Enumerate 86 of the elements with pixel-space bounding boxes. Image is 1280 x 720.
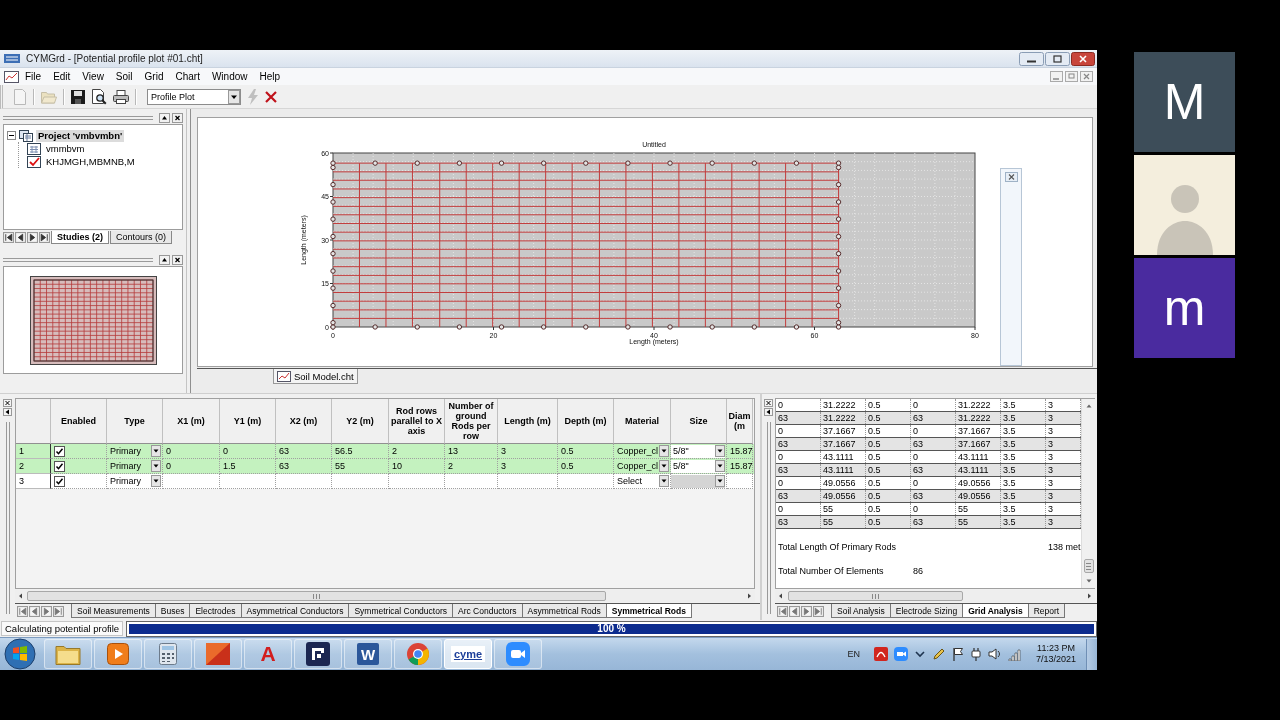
column-header: Length (m) xyxy=(498,399,558,444)
table-cell: 37.1667 xyxy=(821,425,866,437)
column-header: X2 (m) xyxy=(276,399,332,444)
table-cell: 49.0556 xyxy=(956,490,1001,502)
table-cell: 63 xyxy=(776,464,821,476)
table-cell: 31.2222 xyxy=(821,399,866,411)
table-cell: 0.5 xyxy=(866,425,911,437)
table-cell: 3.5 xyxy=(1001,399,1046,411)
table-cell: 63 xyxy=(776,516,821,528)
table-cell: 49.0556 xyxy=(821,490,866,502)
table-cell: 37.1667 xyxy=(956,425,1001,437)
table-cell: 0.5 xyxy=(866,490,911,502)
table-cell: 43.1111 xyxy=(956,464,1001,476)
app-logo: cyme xyxy=(450,646,486,662)
column-header: Enabled xyxy=(51,399,107,444)
column-header: Size xyxy=(671,399,727,444)
column-header: Type xyxy=(107,399,163,444)
table-cell: 0 xyxy=(776,503,821,515)
table-cell: 43.1111 xyxy=(956,451,1001,463)
table-cell: 37.1667 xyxy=(821,438,866,450)
table-cell: 3.5 xyxy=(1001,477,1046,489)
table-cell: 63 xyxy=(911,464,956,476)
total-label: Total Length Of Primary Rods xyxy=(777,542,898,552)
table-cell: 31.2222 xyxy=(956,412,1001,424)
table-cell: 63 xyxy=(911,438,956,450)
app-logo: W xyxy=(357,643,379,665)
table-cell: 0 xyxy=(911,425,956,437)
table-cell: 55 xyxy=(821,516,866,528)
table-cell: 55 xyxy=(956,516,1001,528)
row-number: 3 xyxy=(16,474,51,489)
table-cell: 3.5 xyxy=(1001,516,1046,528)
total-value: 86 xyxy=(912,566,924,576)
table-cell: 0.5 xyxy=(866,399,911,411)
table-cell: 0 xyxy=(776,477,821,489)
table-cell: 0 xyxy=(911,451,956,463)
table-cell: 0 xyxy=(776,425,821,437)
participant-initial: m xyxy=(1163,283,1206,333)
table-cell: 63 xyxy=(911,516,956,528)
table-cell: 43.1111 xyxy=(821,451,866,463)
table-cell: 0.5 xyxy=(866,412,911,424)
status-text: Calculating potential profile xyxy=(1,621,124,636)
table-cell: 31.2222 xyxy=(956,399,1001,411)
table-cell: 55 xyxy=(956,503,1001,515)
table-cell: 3.5 xyxy=(1001,451,1046,463)
table-cell: 63 xyxy=(776,490,821,502)
total-value: 138 met xyxy=(1047,542,1081,552)
table-cell: 0 xyxy=(911,399,956,411)
table-cell: 0.5 xyxy=(866,451,911,463)
column-header: Rod rows parallel to X axis xyxy=(389,399,445,444)
table-cell: 37.1667 xyxy=(956,438,1001,450)
column-header: Number of ground Rods per row xyxy=(445,399,498,444)
progress-label: 100 % xyxy=(597,622,626,635)
table-cell: 49.0556 xyxy=(956,477,1001,489)
table-cell: 3.5 xyxy=(1001,412,1046,424)
column-header: Diam (m xyxy=(727,399,753,444)
table-cell: 55 xyxy=(821,503,866,515)
table-cell: 63 xyxy=(911,412,956,424)
table-cell: 0.5 xyxy=(866,477,911,489)
table-cell: 0.5 xyxy=(866,464,911,476)
table-cell: 63 xyxy=(776,438,821,450)
table-cell: 0.5 xyxy=(866,503,911,515)
column-header: Depth (m) xyxy=(558,399,614,444)
column-header: Y1 (m) xyxy=(220,399,276,444)
table-cell: 0.5 xyxy=(866,516,911,528)
table-cell: 3.5 xyxy=(1001,503,1046,515)
table-cell: 3.5 xyxy=(1001,490,1046,502)
participant-initial: M xyxy=(1163,77,1206,127)
column-header: Y2 (m) xyxy=(332,399,389,444)
table-cell: 43.1111 xyxy=(821,464,866,476)
table-cell: 49.0556 xyxy=(821,477,866,489)
table-cell: 0 xyxy=(911,503,956,515)
column-header: X1 (m) xyxy=(163,399,220,444)
table-cell: 31.2222 xyxy=(821,412,866,424)
total-label: Total Number Of Elements xyxy=(777,566,885,576)
table-cell: 0.5 xyxy=(866,438,911,450)
column-header: Material xyxy=(614,399,671,444)
table-cell: 63 xyxy=(911,490,956,502)
window-title: CYMGrd - [Potential profile plot #01.cht] xyxy=(26,53,203,64)
table-cell: 3.5 xyxy=(1001,438,1046,450)
table-cell: 0 xyxy=(911,477,956,489)
table-cell: 63 xyxy=(776,412,821,424)
table-cell: 0 xyxy=(776,451,821,463)
table-cell: 3.5 xyxy=(1001,425,1046,437)
table-cell: 3.5 xyxy=(1001,464,1046,476)
table-cell: 0 xyxy=(776,399,821,411)
app-logo: A xyxy=(260,643,276,665)
